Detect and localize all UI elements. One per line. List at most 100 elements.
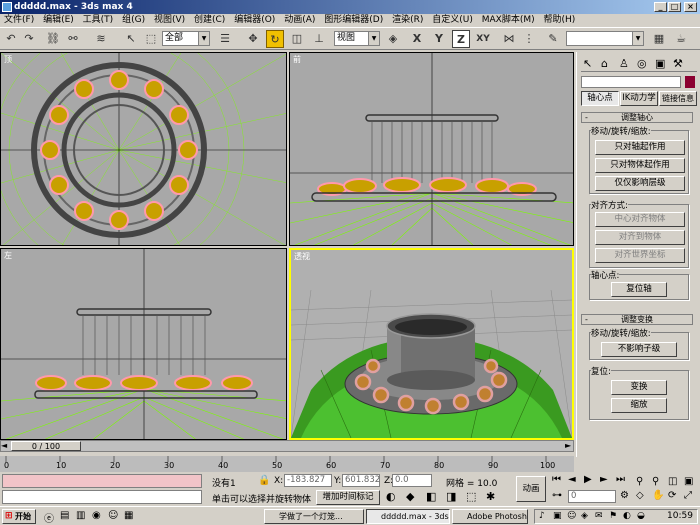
reset-transform-button[interactable]: 变换: [611, 380, 667, 395]
key-mode-icon[interactable]: ⊶: [552, 490, 562, 501]
maxscript-listener-field[interactable]: [2, 474, 202, 488]
zoom-icon[interactable]: ⚲: [636, 476, 643, 487]
array-icon[interactable]: ⋮: [520, 30, 538, 48]
select-by-name-icon[interactable]: ☰: [216, 30, 234, 48]
zoom-all-icon[interactable]: ⚲: [652, 476, 659, 487]
reference-coord-select[interactable]: 视图 ▼: [334, 31, 380, 46]
menu-modifiers[interactable]: 编辑器(O): [234, 15, 275, 25]
axis-z-button[interactable]: Z: [452, 30, 470, 48]
angle-snap-icon[interactable]: ◆: [406, 490, 414, 503]
x-coord-field[interactable]: -183.827: [284, 474, 332, 487]
quicklaunch-app-icon[interactable]: ▦: [124, 510, 133, 521]
quicklaunch-qq-icon[interactable]: ☺: [108, 510, 118, 521]
prev-frame-icon[interactable]: ◄: [568, 474, 576, 485]
time-next-icon[interactable]: ►: [565, 441, 571, 450]
material-editor-icon[interactable]: ✎: [544, 30, 562, 48]
tab-link-info[interactable]: 链接信息: [659, 91, 697, 106]
mirror-icon[interactable]: ⋈: [500, 30, 518, 48]
object-name-field[interactable]: [581, 76, 681, 88]
zoom-extents-icon[interactable]: ◫: [668, 476, 677, 487]
zoom-extents-all-icon[interactable]: ▣: [684, 476, 693, 487]
viewport-left[interactable]: 左: [0, 248, 287, 440]
modify-tab-icon[interactable]: ⌂: [601, 57, 608, 70]
dont-affect-children-button[interactable]: 不影响子级: [601, 342, 677, 357]
task-lantern[interactable]: 学做了一个灯笼...: [264, 509, 364, 524]
quicklaunch-desktop-icon[interactable]: ▤: [60, 510, 69, 521]
align-to-object-button[interactable]: 对齐到物体: [595, 230, 685, 245]
time-slider-thumb[interactable]: 0 / 100: [11, 441, 81, 451]
unlink-icon[interactable]: ⚯: [64, 30, 82, 48]
task-photoshop[interactable]: Adobe Photoshop: [452, 509, 528, 524]
next-frame-icon[interactable]: ►: [600, 474, 608, 485]
maxscript-output-field[interactable]: [2, 490, 202, 504]
play-icon[interactable]: ▶: [584, 474, 592, 485]
quicklaunch-ie-icon[interactable]: ⓔ: [44, 510, 54, 525]
maximize-button[interactable]: □: [668, 2, 681, 12]
menu-file[interactable]: 文件(F): [4, 15, 34, 25]
menu-create[interactable]: 创建(C): [194, 15, 225, 25]
current-frame-field[interactable]: 0: [568, 490, 616, 503]
render-scene-icon[interactable]: ▦: [650, 30, 668, 48]
reset-pivot-button[interactable]: 复位轴: [611, 282, 667, 297]
axis-y-button[interactable]: Y: [430, 30, 448, 48]
menu-tools[interactable]: 工具(T): [83, 15, 114, 25]
tray-network-icon[interactable]: ▣: [553, 511, 562, 521]
task-3dsmax[interactable]: ddddd.max - 3ds ...: [366, 509, 450, 524]
center-to-object-button[interactable]: 中心对齐物体: [595, 212, 685, 227]
tray-app4-icon[interactable]: ⚑: [609, 511, 617, 521]
go-to-end-icon[interactable]: ⏭: [616, 474, 625, 485]
redo-icon[interactable]: ↷: [20, 30, 38, 48]
arc-rotate-icon[interactable]: ⟳: [668, 490, 676, 501]
object-color-swatch[interactable]: [685, 76, 695, 88]
utilities-tab-icon[interactable]: ⚒: [673, 57, 683, 70]
select-icon[interactable]: ↖: [122, 30, 140, 48]
link-icon[interactable]: ⛓: [44, 30, 62, 48]
menu-customize[interactable]: 自定义(U): [432, 15, 473, 25]
lock-icon[interactable]: 🔒: [258, 475, 270, 486]
add-time-tag-button[interactable]: 增加时间标记: [316, 490, 380, 505]
undo-icon[interactable]: ↶: [2, 30, 20, 48]
move-icon[interactable]: ✥: [244, 30, 262, 48]
viewport-front[interactable]: 前: [289, 52, 574, 246]
menu-help[interactable]: 帮助(H): [544, 15, 576, 25]
display-tab-icon[interactable]: ▣: [655, 57, 665, 70]
animate-button[interactable]: 动画: [516, 476, 546, 502]
squash-icon[interactable]: ⊥: [310, 30, 328, 48]
tray-app-icon[interactable]: ☺: [567, 511, 576, 521]
selection-filter-select[interactable]: 全部 ▼: [162, 31, 210, 46]
field-of-view-icon[interactable]: ◇: [636, 490, 644, 501]
time-config-icon[interactable]: ⚙: [620, 490, 629, 501]
quick-render-icon[interactable]: ☕: [672, 30, 690, 48]
menu-rendering[interactable]: 渲染(R): [392, 15, 423, 25]
menu-animation[interactable]: 动画(A): [284, 15, 315, 25]
tab-pivot[interactable]: 轴心点: [581, 91, 619, 106]
viewport-top[interactable]: 顶: [0, 52, 287, 246]
viewport-perspective[interactable]: 透视: [289, 248, 574, 440]
z-coord-field[interactable]: 0.0: [392, 474, 432, 487]
close-button[interactable]: ×: [684, 2, 697, 12]
axis-x-button[interactable]: X: [408, 30, 426, 48]
quicklaunch-folder-icon[interactable]: ▥: [76, 510, 85, 521]
pan-icon[interactable]: ✋: [652, 490, 664, 501]
affect-pivot-only-button[interactable]: 只对轴起作用: [595, 140, 685, 155]
pivot-center-icon[interactable]: ◈: [384, 30, 402, 48]
affect-object-only-button[interactable]: 只对物体起作用: [595, 158, 685, 173]
hierarchy-tab-icon[interactable]: ♙: [619, 57, 629, 70]
menu-edit[interactable]: 编辑(E): [43, 15, 74, 25]
bind-space-warp-icon[interactable]: ≋: [92, 30, 110, 48]
tray-app6-icon[interactable]: ◒: [637, 511, 645, 521]
rotate-icon[interactable]: ↻: [266, 30, 284, 48]
menu-maxscript[interactable]: MAX脚本(M): [482, 15, 535, 25]
percent-snap-icon[interactable]: ◧: [426, 490, 436, 503]
minimize-button[interactable]: _: [654, 2, 667, 12]
window-crossing-icon[interactable]: ⬚: [466, 490, 476, 503]
scale-icon[interactable]: ◫: [288, 30, 306, 48]
degradation-override-icon[interactable]: ✱: [486, 490, 495, 503]
quicklaunch-media-icon[interactable]: ◉: [92, 510, 101, 521]
menu-group[interactable]: 组(G): [122, 15, 145, 25]
align-to-world-button[interactable]: 对齐世界坐标: [595, 248, 685, 263]
tab-ik[interactable]: IK动力学: [620, 91, 658, 106]
motion-tab-icon[interactable]: ◎: [637, 57, 647, 70]
affect-hierarchy-only-button[interactable]: 仅仅影响层级: [595, 176, 685, 191]
spinner-snap-icon[interactable]: ◨: [446, 490, 456, 503]
